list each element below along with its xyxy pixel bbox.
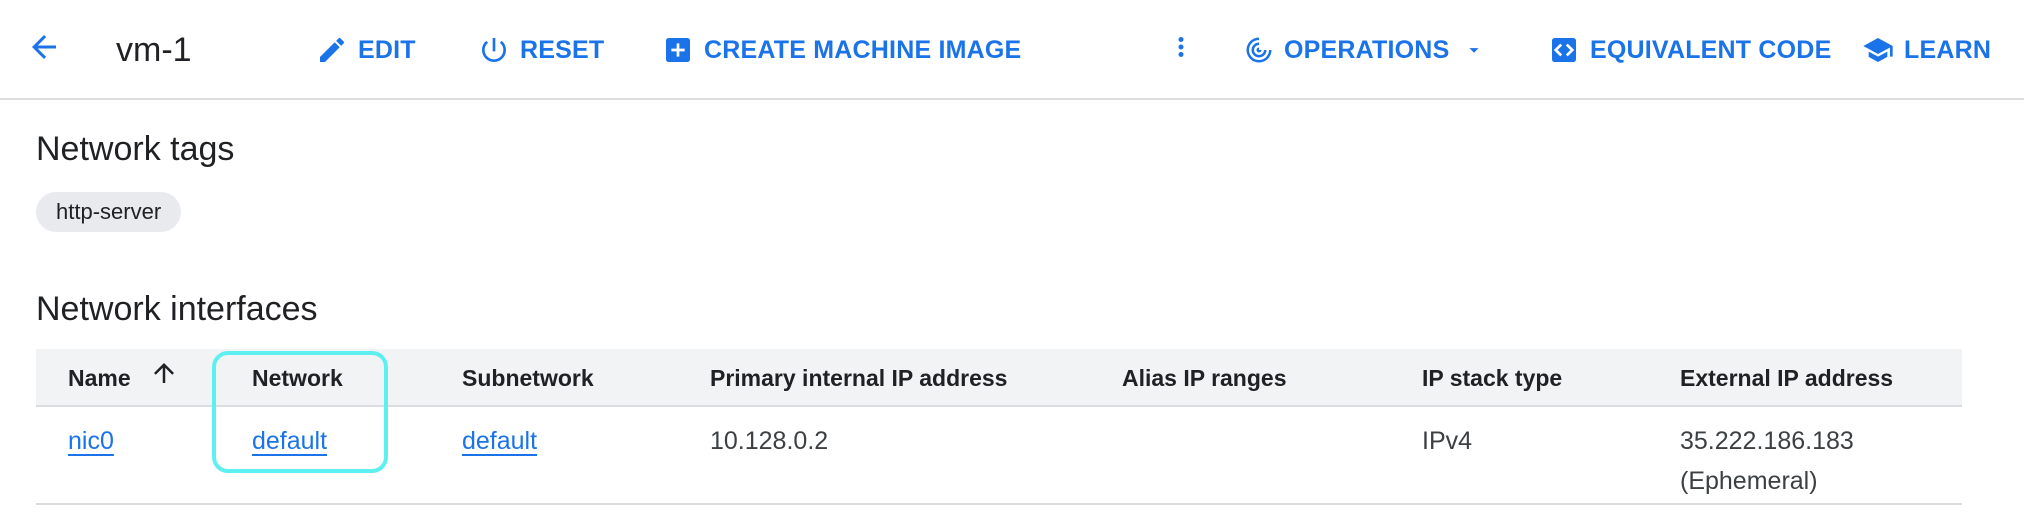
learn-icon: [1862, 34, 1894, 66]
create-machine-image-button[interactable]: CREATE MACHINE IMAGE: [662, 0, 1021, 100]
edit-button[interactable]: EDIT: [316, 0, 416, 100]
code-icon: [1548, 34, 1580, 66]
page-title: vm-1: [116, 30, 192, 69]
external-ip-address: 35.222.186.183: [1680, 427, 1854, 455]
sort-arrow-up-icon[interactable]: [149, 351, 179, 409]
nic-name-link[interactable]: nic0: [68, 427, 114, 455]
power-icon: [478, 34, 510, 66]
external-ip-value: 35.222.186.183 (Ephemeral): [1680, 421, 1854, 501]
learn-button[interactable]: LEARN: [1862, 0, 1991, 100]
add-box-icon: [662, 34, 694, 66]
more-vert-icon: [1166, 27, 1196, 74]
column-header-ip-stack-type: IP stack type: [1422, 365, 1563, 391]
network-tag-chip: http-server: [36, 192, 182, 232]
equivalent-code-button[interactable]: EQUIVALENT CODE: [1548, 0, 1831, 100]
reset-button[interactable]: RESET: [478, 0, 604, 100]
network-column-highlight: [212, 351, 388, 473]
dropdown-icon: [1463, 39, 1485, 61]
network-tags-heading: Network tags: [36, 130, 235, 168]
column-header-name[interactable]: Name: [68, 349, 179, 407]
column-header-primary-internal-ip: Primary internal IP address: [710, 365, 1008, 391]
back-arrow-icon: [26, 29, 62, 72]
more-actions-button[interactable]: [1166, 0, 1196, 100]
column-header-external-ip: External IP address: [1680, 365, 1894, 391]
ip-stack-type-value: IPv4: [1422, 427, 1473, 455]
subnetwork-link[interactable]: default: [462, 427, 537, 455]
toolbar: vm-1 EDIT RESET CREATE MACHINE IMAGE OPE…: [0, 0, 2024, 100]
network-interfaces-heading: Network interfaces: [36, 290, 318, 328]
column-header-alias-ip-ranges: Alias IP ranges: [1122, 365, 1287, 391]
operations-button[interactable]: OPERATIONS: [1244, 0, 1485, 100]
pencil-icon: [316, 34, 348, 66]
column-header-subnetwork: Subnetwork: [462, 365, 594, 391]
back-button[interactable]: [26, 0, 62, 100]
primary-internal-ip-value: 10.128.0.2: [710, 427, 829, 455]
operations-icon: [1244, 35, 1274, 65]
external-ip-type: (Ephemeral): [1680, 467, 1818, 495]
